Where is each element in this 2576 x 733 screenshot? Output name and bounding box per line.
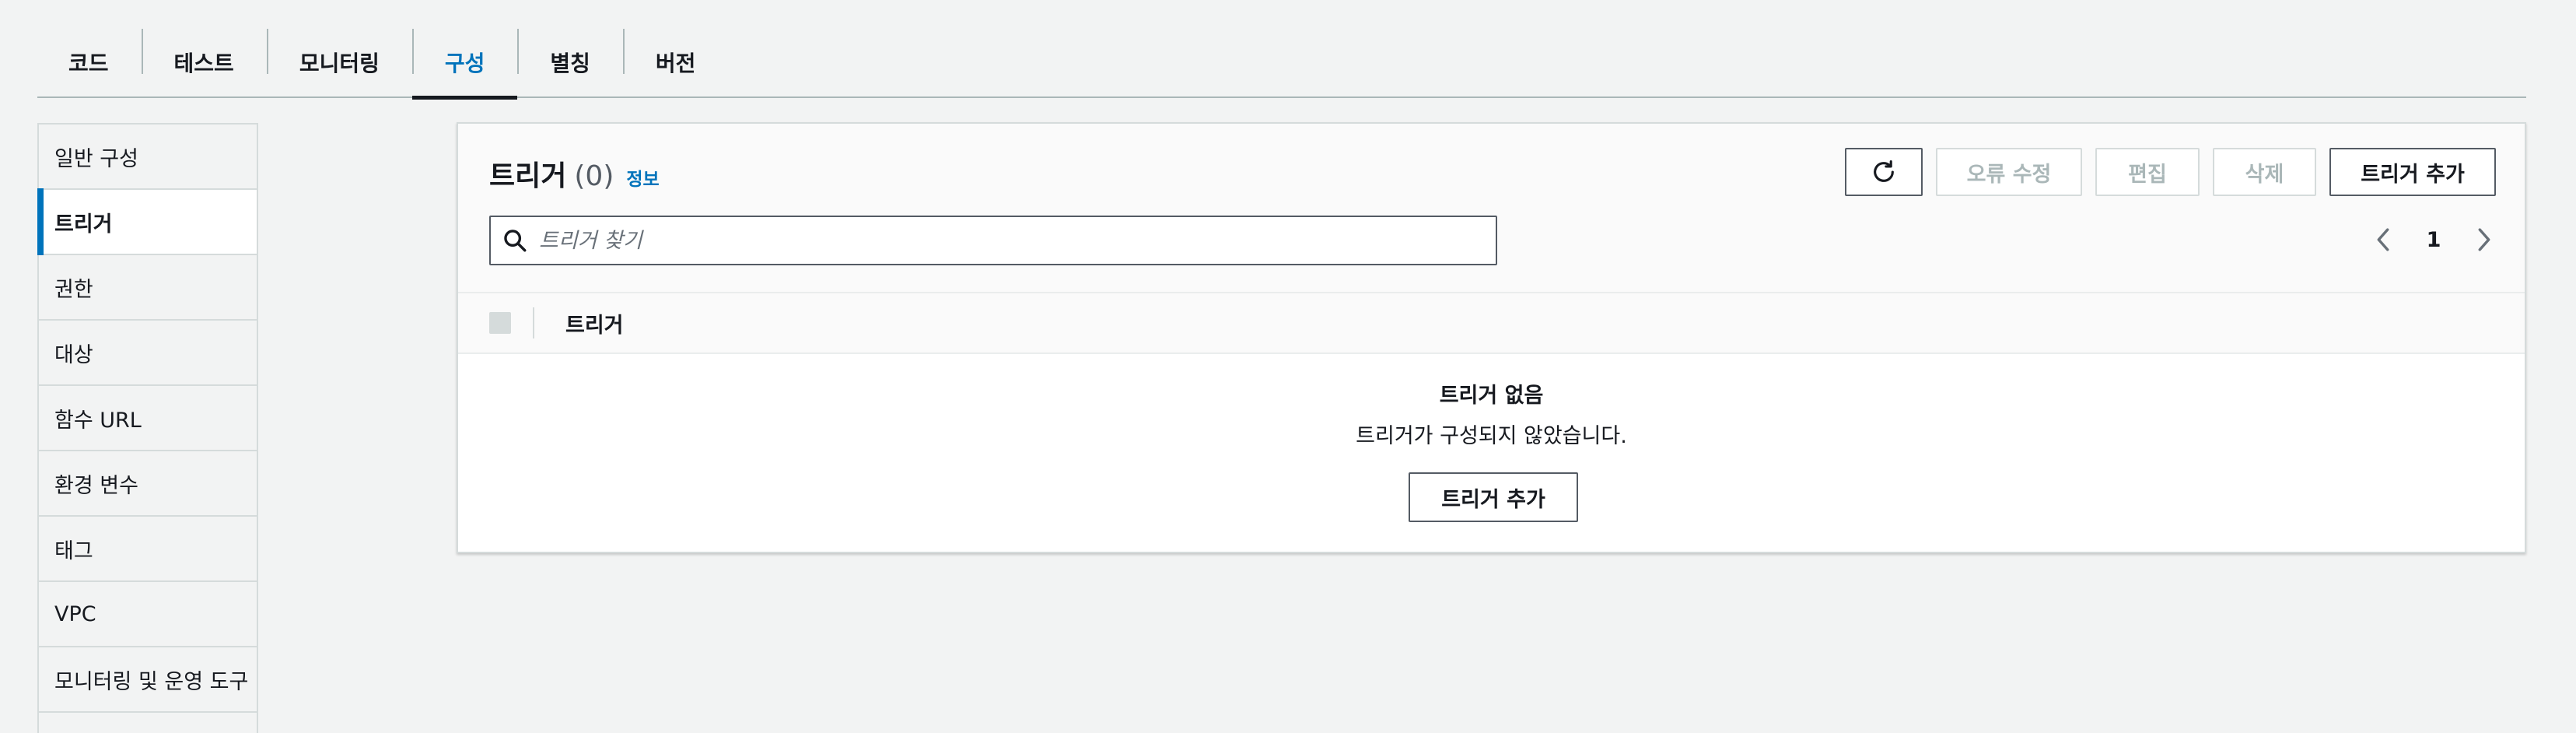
tab-versions[interactable]: 버전 [622, 27, 729, 97]
pagination: 1 [2371, 220, 2496, 259]
chevron-right-icon[interactable] [2473, 224, 2496, 255]
triggers-heading: 트리거 (0) 정보 [489, 153, 660, 194]
configuration-sidebar: 일반 구성 트리거 권한 대상 함수 URL 환경 변수 태그 VPC 모니터링… [37, 123, 258, 733]
current-page[interactable]: 1 [2427, 228, 2441, 252]
chevron-left-icon[interactable] [2371, 224, 2395, 255]
empty-state: 트리거 없음 트리거가 구성되지 않았습니다. [458, 381, 2525, 452]
sidebar-item-general-configuration[interactable]: 일반 구성 [39, 125, 257, 190]
refresh-button[interactable] [1845, 148, 1923, 196]
search-icon [504, 230, 527, 252]
triggers-title: 트리거 [489, 160, 567, 192]
sidebar-item-destinations[interactable]: 대상 [39, 321, 257, 386]
sidebar-item-environment-variables[interactable]: 환경 변수 [39, 451, 257, 517]
sidebar-item-triggers[interactable]: 트리거 [37, 188, 257, 255]
triggers-panel: 트리거 (0) 정보 오류 수정 편집 삭제 트리거 추가 1 [457, 122, 2526, 553]
triggers-count: (0) [574, 160, 614, 192]
add-trigger-button[interactable]: 트리거 추가 [2329, 148, 2496, 196]
empty-state-description: 트리거가 구성되지 않았습니다. [1356, 424, 1627, 448]
trigger-search [489, 216, 1497, 265]
edit-button[interactable]: 편집 [2095, 148, 2200, 196]
sidebar-item-monitoring-tools[interactable]: 모니터링 및 운영 도구 [39, 647, 257, 713]
tab-configuration[interactable]: 구성 [411, 27, 518, 100]
lambda-configuration-page: 코드 테스트 모니터링 구성 별칭 버전 일반 구성 트리거 권한 대상 함수 … [0, 0, 2576, 733]
tab-monitoring[interactable]: 모니터링 [266, 27, 412, 97]
column-header-trigger[interactable]: 트리거 [565, 308, 624, 338]
sidebar-item-vpc[interactable]: VPC [39, 582, 257, 647]
select-all-checkbox[interactable] [489, 312, 511, 334]
fix-errors-button[interactable]: 오류 수정 [1936, 148, 2082, 196]
table-header: 트리거 [458, 293, 2525, 354]
info-link[interactable]: 정보 [626, 164, 659, 191]
tab-code[interactable]: 코드 [37, 27, 142, 97]
empty-add-trigger-button[interactable]: 트리거 추가 [1409, 472, 1578, 522]
sidebar-item-tags[interactable]: 태그 [39, 517, 257, 582]
column-divider [533, 307, 534, 338]
tab-aliases[interactable]: 별칭 [517, 27, 623, 97]
sidebar-item-permissions[interactable]: 권한 [39, 255, 257, 321]
delete-button[interactable]: 삭제 [2213, 148, 2316, 196]
sidebar-item-function-url[interactable]: 함수 URL [39, 386, 257, 451]
tab-test[interactable]: 테스트 [141, 27, 267, 97]
empty-state-title: 트리거 없음 [1439, 384, 1544, 408]
function-tabs: 코드 테스트 모니터링 구성 별칭 버전 [37, 27, 2526, 100]
refresh-icon [1874, 160, 1894, 182]
search-input[interactable] [539, 219, 1496, 262]
